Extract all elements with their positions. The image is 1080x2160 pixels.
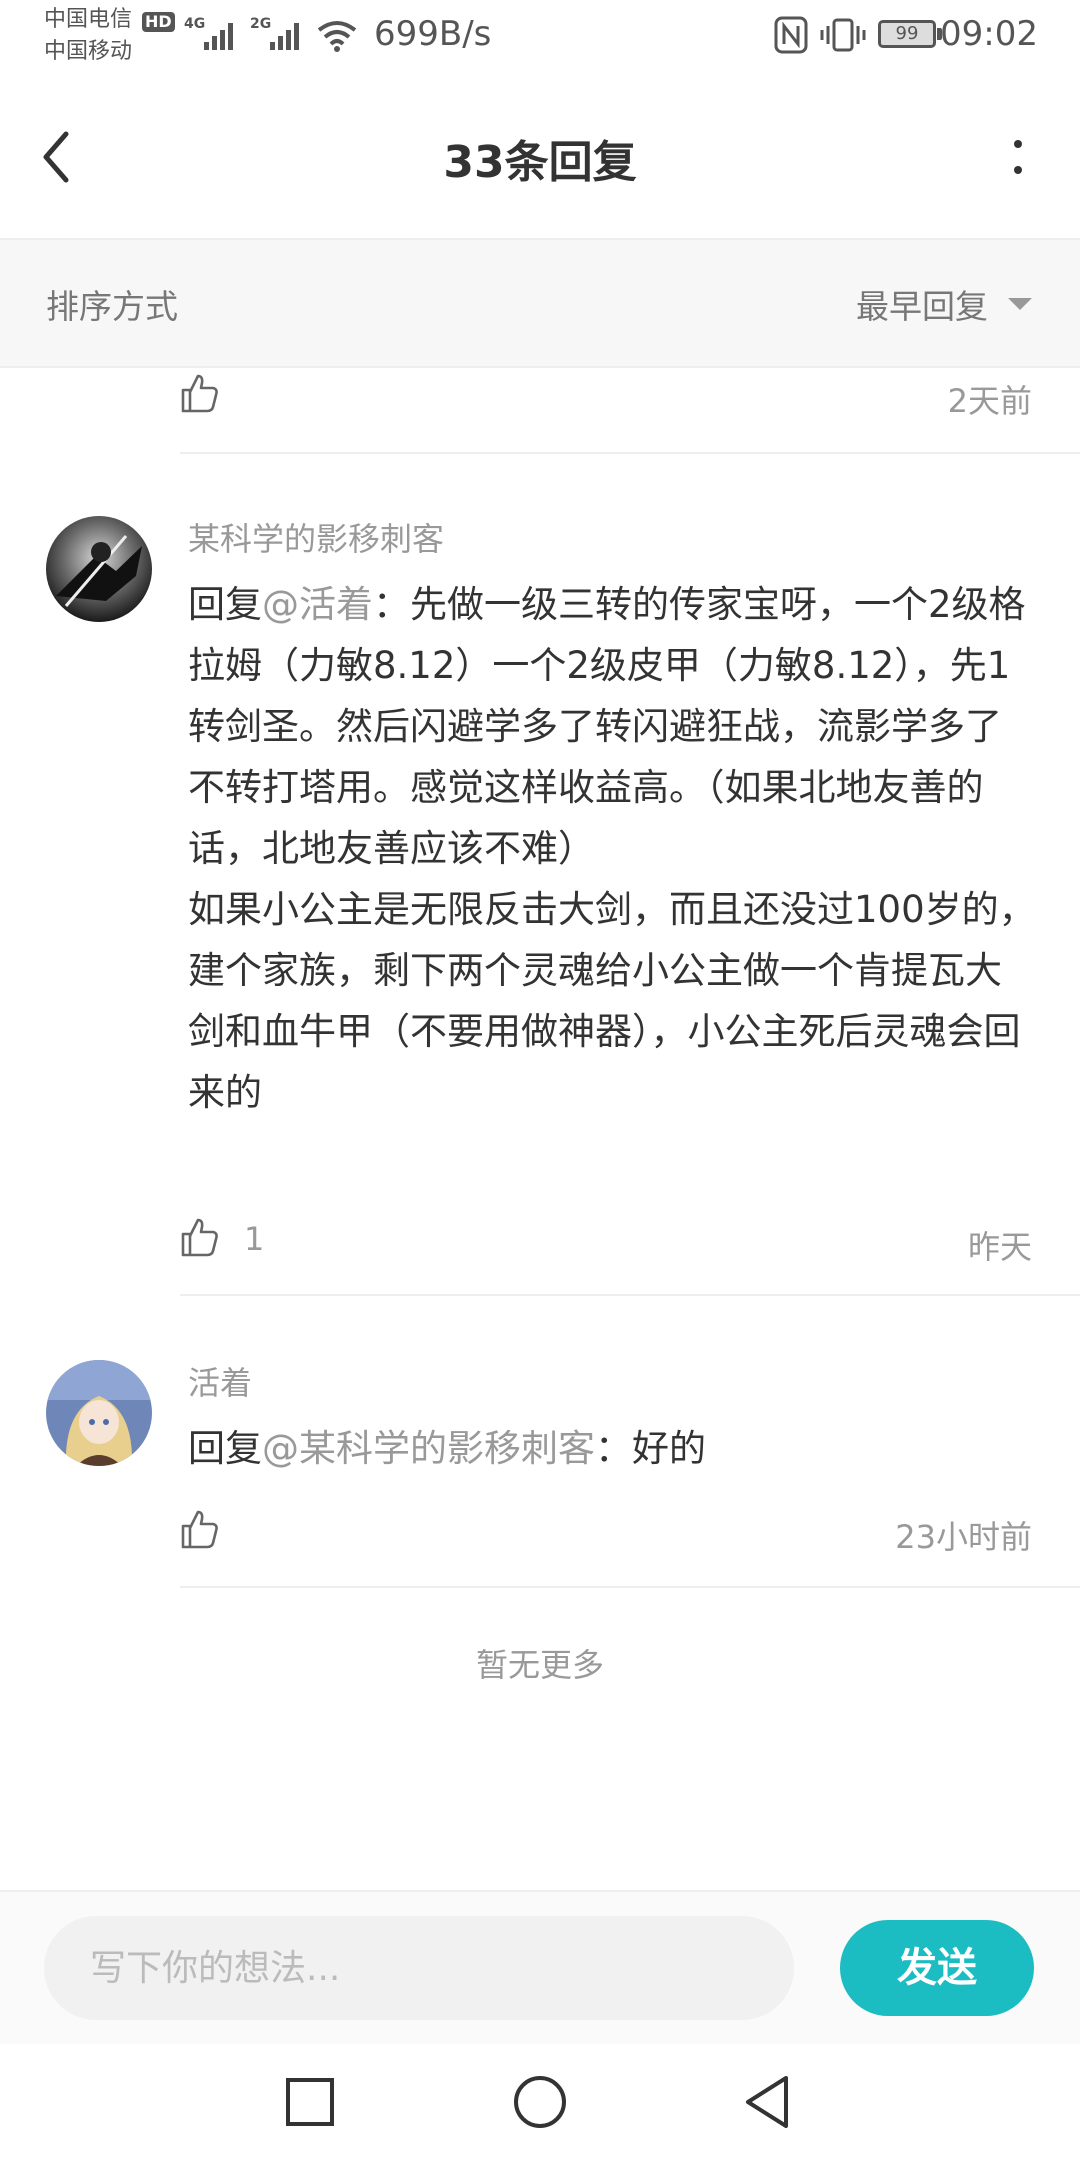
wifi-icon xyxy=(317,21,357,52)
reply-content: 回复@某科学的影移刺客：好的 xyxy=(188,1418,1038,1479)
sort-label: 排序方式 xyxy=(46,287,178,326)
page-title: 33条回复 xyxy=(443,137,637,188)
carrier-2-label: 中国移动 xyxy=(44,39,133,64)
clock: 09:02 xyxy=(940,14,1038,54)
signal-2-label: 2G xyxy=(250,16,272,32)
like-button[interactable] xyxy=(180,372,220,418)
like-button[interactable] xyxy=(180,1508,220,1554)
signal-1-label: 4G xyxy=(184,16,206,32)
sort-dropdown[interactable]: 最早回复 xyxy=(856,280,988,328)
thumbs-up-icon xyxy=(181,374,218,413)
like-count: 1 xyxy=(244,1220,265,1258)
battery-icon: 99 xyxy=(878,20,936,48)
reply-content: 回复@活着：先做一级三转的传家宝呀，一个2级格拉姆（力敏8.12）一个2级皮甲（… xyxy=(188,574,1038,1123)
nfc-icon xyxy=(774,16,808,54)
home-button[interactable] xyxy=(510,2072,570,2136)
more-vertical-icon xyxy=(1014,140,1022,174)
thumbs-up-icon xyxy=(181,1218,218,1257)
divider xyxy=(180,1294,1080,1296)
chevron-down-icon[interactable] xyxy=(1008,298,1032,310)
signal-icon xyxy=(204,23,233,50)
hd-badge: HD xyxy=(142,12,175,32)
like-button[interactable] xyxy=(180,1216,220,1262)
app-header: 33条回复 xyxy=(0,72,1080,240)
avatar-image xyxy=(46,516,152,622)
reply-time: 23小时前 xyxy=(895,1518,1032,1556)
recent-apps-button[interactable] xyxy=(282,2074,338,2134)
status-bar: 中国电信 HD 中国移动 4G 2G 699B/s 99 09:02 xyxy=(0,0,1080,72)
back-nav-button[interactable] xyxy=(740,2072,796,2136)
divider xyxy=(180,1586,1080,1588)
more-options-button[interactable] xyxy=(996,122,1040,192)
avatar[interactable] xyxy=(46,1360,152,1466)
net-speed: 699B/s xyxy=(374,14,492,54)
mention-link[interactable]: @某科学的影移刺客 xyxy=(262,1427,595,1470)
divider xyxy=(180,452,1080,454)
comment-input[interactable] xyxy=(44,1916,794,2020)
reply-text: ：好的 xyxy=(595,1427,706,1470)
vibrate-icon xyxy=(820,18,866,52)
signal-icon xyxy=(270,23,299,50)
square-icon xyxy=(286,2078,334,2126)
avatar-image xyxy=(46,1360,152,1466)
sort-bar: 排序方式 最早回复 xyxy=(0,240,1080,368)
reply-time: 2天前 xyxy=(947,382,1032,420)
triangle-back-icon xyxy=(746,2076,788,2128)
reply-text: ：先做一级三转的传家宝呀，一个2级格拉姆（力敏8.12）一个2级皮甲（力敏8.1… xyxy=(188,583,1026,870)
reply-time: 昨天 xyxy=(967,1228,1032,1266)
reply-text-2: 如果小公主是无限反击大剑，而且还没过100岁的，建个家族，剩下两个灵魂给小公主做… xyxy=(188,888,1036,1114)
composer-bar: 发送 xyxy=(0,1890,1080,2046)
avatar[interactable] xyxy=(46,516,152,622)
reply-prefix: 回复 xyxy=(188,583,262,626)
reply-username[interactable]: 活着 xyxy=(188,1358,252,1404)
send-button[interactable]: 发送 xyxy=(840,1920,1034,2016)
reply-username[interactable]: 某科学的影移刺客 xyxy=(188,514,444,560)
circle-icon xyxy=(514,2076,566,2128)
carrier-1-label: 中国电信 xyxy=(44,7,133,32)
reply-prefix: 回复 xyxy=(188,1427,262,1470)
thumbs-up-icon xyxy=(181,1510,218,1549)
no-more-label: 暂无更多 xyxy=(475,1646,604,1684)
system-nav-bar xyxy=(0,2044,1080,2160)
mention-link[interactable]: @活着 xyxy=(262,583,373,626)
